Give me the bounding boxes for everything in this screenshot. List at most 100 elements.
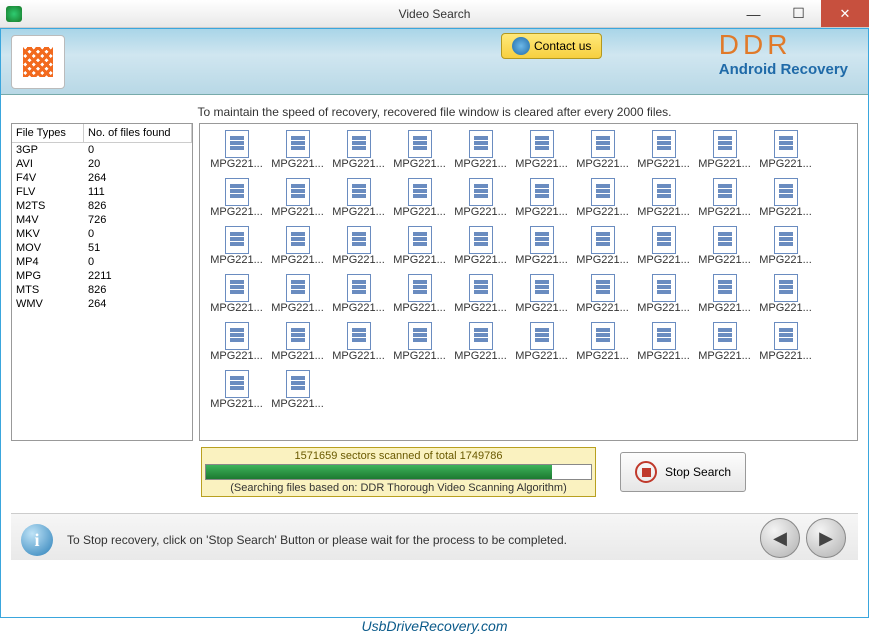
file-item[interactable]: MPG221... (694, 270, 755, 314)
file-icon (225, 274, 249, 302)
col-count[interactable]: No. of files found (84, 124, 192, 142)
file-item[interactable]: MPG221... (450, 174, 511, 218)
file-icon (530, 274, 554, 302)
file-item[interactable]: MPG221... (267, 174, 328, 218)
stop-label: Stop Search (665, 465, 731, 479)
file-icon (225, 178, 249, 206)
table-row[interactable]: MOV51 (12, 241, 192, 255)
file-item[interactable]: MPG221... (511, 126, 572, 170)
file-item[interactable]: MPG221... (206, 366, 267, 410)
file-item[interactable]: MPG221... (694, 222, 755, 266)
file-item[interactable]: MPG221... (328, 174, 389, 218)
file-icon (530, 130, 554, 158)
file-item[interactable]: MPG221... (755, 174, 816, 218)
file-item[interactable]: MPG221... (389, 270, 450, 314)
file-label: MPG221... (328, 254, 389, 266)
contact-us-button[interactable]: Contact us (501, 33, 602, 59)
file-label: MPG221... (450, 206, 511, 218)
file-item[interactable]: MPG221... (206, 126, 267, 170)
next-button[interactable]: ▶ (806, 518, 846, 558)
file-item[interactable]: MPG221... (633, 318, 694, 362)
file-item[interactable]: MPG221... (694, 318, 755, 362)
file-item[interactable]: MPG221... (267, 222, 328, 266)
contact-label: Contact us (534, 39, 591, 53)
file-item[interactable]: MPG221... (633, 126, 694, 170)
file-item[interactable]: MPG221... (694, 126, 755, 170)
file-item[interactable]: MPG221... (755, 126, 816, 170)
file-icon (774, 226, 798, 254)
file-label: MPG221... (328, 302, 389, 314)
table-row[interactable]: MTS826 (12, 283, 192, 297)
file-item[interactable]: MPG221... (633, 270, 694, 314)
file-item[interactable]: MPG221... (755, 222, 816, 266)
file-item[interactable]: MPG221... (572, 126, 633, 170)
table-row[interactable]: MKV0 (12, 227, 192, 241)
file-icon (530, 178, 554, 206)
file-item[interactable]: MPG221... (389, 318, 450, 362)
file-item[interactable]: MPG221... (694, 174, 755, 218)
file-label: MPG221... (511, 206, 572, 218)
back-button[interactable]: ◀ (760, 518, 800, 558)
file-icon (774, 322, 798, 350)
table-row[interactable]: F4V264 (12, 171, 192, 185)
file-item[interactable]: MPG221... (572, 318, 633, 362)
file-item[interactable]: MPG221... (572, 174, 633, 218)
file-icon (347, 226, 371, 254)
table-row[interactable]: MPG2211 (12, 269, 192, 283)
file-icon (713, 274, 737, 302)
file-item[interactable]: MPG221... (389, 126, 450, 170)
close-button[interactable]: ✕ (821, 0, 869, 27)
file-item[interactable]: MPG221... (328, 126, 389, 170)
progress-bar-fill (206, 465, 552, 479)
file-icon (347, 322, 371, 350)
file-item[interactable]: MPG221... (328, 222, 389, 266)
table-row[interactable]: FLV111 (12, 185, 192, 199)
file-label: MPG221... (267, 350, 328, 362)
file-item[interactable]: MPG221... (755, 318, 816, 362)
progress-area: 1571659 sectors scanned of total 1749786… (11, 447, 858, 497)
file-item[interactable]: MPG221... (267, 318, 328, 362)
file-item[interactable]: MPG221... (755, 270, 816, 314)
file-item[interactable]: MPG221... (633, 174, 694, 218)
table-row[interactable]: WMV264 (12, 297, 192, 311)
file-item[interactable]: MPG221... (267, 270, 328, 314)
file-item[interactable]: MPG221... (633, 222, 694, 266)
file-item[interactable]: MPG221... (511, 270, 572, 314)
file-label: MPG221... (633, 158, 694, 170)
file-item[interactable]: MPG221... (328, 318, 389, 362)
file-icon (591, 226, 615, 254)
table-row[interactable]: AVI20 (12, 157, 192, 171)
file-item[interactable]: MPG221... (267, 366, 328, 410)
file-item[interactable]: MPG221... (206, 222, 267, 266)
file-item[interactable]: MPG221... (450, 318, 511, 362)
table-row[interactable]: M2TS826 (12, 199, 192, 213)
file-item[interactable]: MPG221... (206, 318, 267, 362)
file-icon (591, 274, 615, 302)
file-item[interactable]: MPG221... (572, 222, 633, 266)
file-grid[interactable]: MPG221...MPG221...MPG221...MPG221...MPG2… (200, 124, 857, 440)
file-item[interactable]: MPG221... (328, 270, 389, 314)
file-item[interactable]: MPG221... (511, 318, 572, 362)
table-row[interactable]: MP40 (12, 255, 192, 269)
minimize-button[interactable]: — (731, 0, 776, 27)
table-row[interactable]: 3GP0 (12, 143, 192, 157)
file-item[interactable]: MPG221... (572, 270, 633, 314)
table-row[interactable]: M4V726 (12, 213, 192, 227)
file-item[interactable]: MPG221... (389, 174, 450, 218)
file-item[interactable]: MPG221... (511, 174, 572, 218)
stop-search-button[interactable]: Stop Search (620, 452, 746, 492)
file-item[interactable]: MPG221... (389, 222, 450, 266)
file-item[interactable]: MPG221... (450, 270, 511, 314)
file-item[interactable]: MPG221... (511, 222, 572, 266)
app-logo (11, 35, 65, 89)
file-label: MPG221... (389, 158, 450, 170)
file-item[interactable]: MPG221... (206, 270, 267, 314)
col-file-types[interactable]: File Types (12, 124, 84, 142)
maximize-button[interactable]: ☐ (776, 0, 821, 27)
file-item[interactable]: MPG221... (450, 126, 511, 170)
file-label: MPG221... (755, 350, 816, 362)
file-item[interactable]: MPG221... (206, 174, 267, 218)
file-item[interactable]: MPG221... (267, 126, 328, 170)
file-label: MPG221... (755, 206, 816, 218)
file-item[interactable]: MPG221... (450, 222, 511, 266)
